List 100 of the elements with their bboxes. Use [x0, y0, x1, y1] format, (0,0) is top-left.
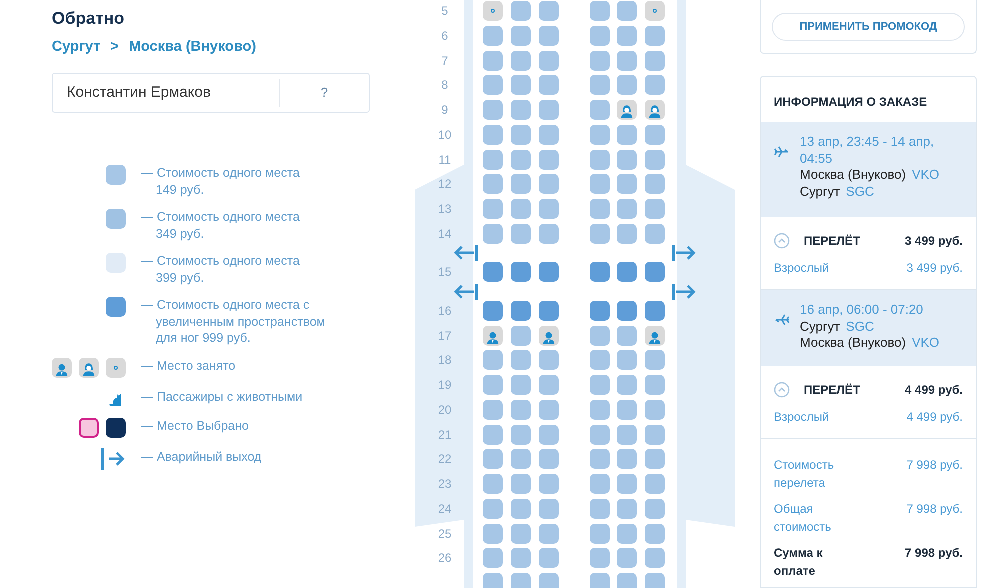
seat[interactable] — [616, 199, 636, 219]
seat[interactable] — [616, 50, 636, 70]
passenger-name-field[interactable]: Константин Ермаков — [53, 82, 279, 104]
seat[interactable] — [590, 150, 610, 170]
seat[interactable] — [483, 26, 503, 46]
extra-legroom-seat[interactable] — [483, 300, 503, 321]
seat[interactable] — [510, 573, 530, 588]
seat[interactable] — [510, 75, 530, 96]
seat[interactable] — [510, 1, 530, 21]
seat[interactable] — [644, 50, 664, 70]
seat[interactable] — [483, 174, 503, 194]
seat[interactable] — [644, 350, 664, 370]
seat[interactable] — [538, 424, 558, 444]
seat[interactable] — [590, 174, 610, 194]
seat[interactable] — [590, 75, 610, 96]
collapse-icon[interactable] — [774, 233, 790, 250]
extra-legroom-seat[interactable] — [644, 300, 664, 321]
seat[interactable] — [510, 449, 530, 470]
seat[interactable] — [590, 326, 610, 346]
seat[interactable] — [510, 400, 530, 420]
seat[interactable] — [483, 50, 503, 70]
seat[interactable] — [644, 26, 664, 46]
seat[interactable] — [644, 174, 664, 194]
seat[interactable] — [616, 449, 636, 470]
seat[interactable] — [483, 375, 503, 395]
seat[interactable] — [644, 124, 664, 145]
extra-legroom-seat[interactable] — [510, 300, 530, 321]
seat[interactable] — [538, 524, 558, 544]
seat[interactable] — [590, 1, 610, 21]
seat[interactable] — [590, 474, 610, 494]
seat[interactable] — [590, 224, 610, 244]
seat[interactable] — [590, 424, 610, 444]
apply-promo-button[interactable]: ПРИМЕНИТЬ ПРОМОКОД — [772, 13, 965, 41]
seat[interactable] — [590, 524, 610, 544]
seat[interactable] — [590, 498, 610, 519]
seat[interactable] — [483, 199, 503, 219]
seat[interactable] — [538, 50, 558, 70]
seat[interactable] — [590, 375, 610, 395]
seat[interactable] — [483, 573, 503, 588]
collapse-icon[interactable] — [774, 382, 790, 398]
seat[interactable] — [538, 26, 558, 46]
seat[interactable] — [510, 474, 530, 494]
seat[interactable] — [644, 150, 664, 170]
seat[interactable] — [483, 548, 503, 568]
seat[interactable] — [483, 350, 503, 370]
seat[interactable] — [644, 449, 664, 470]
extra-legroom-seat[interactable] — [590, 262, 610, 282]
seat[interactable] — [616, 75, 636, 96]
seat[interactable] — [538, 400, 558, 420]
seat[interactable] — [510, 326, 530, 346]
seat[interactable] — [616, 400, 636, 420]
seat[interactable] — [538, 474, 558, 494]
extra-legroom-seat[interactable] — [538, 262, 558, 282]
seat[interactable] — [616, 524, 636, 544]
seat[interactable] — [590, 50, 610, 70]
seat[interactable] — [644, 573, 664, 588]
seat[interactable] — [590, 350, 610, 370]
seat[interactable] — [538, 350, 558, 370]
seat[interactable] — [483, 474, 503, 494]
seat[interactable] — [644, 375, 664, 395]
seat[interactable] — [616, 326, 636, 346]
seat[interactable] — [644, 498, 664, 519]
seat[interactable] — [510, 375, 530, 395]
seat[interactable] — [538, 150, 558, 170]
extra-legroom-seat[interactable] — [483, 262, 503, 282]
seat[interactable] — [483, 100, 503, 120]
extra-legroom-seat[interactable] — [616, 300, 636, 321]
seat[interactable] — [483, 224, 503, 244]
seat[interactable] — [510, 199, 530, 219]
seat[interactable] — [510, 524, 530, 544]
seat[interactable] — [538, 124, 558, 145]
seat[interactable] — [538, 224, 558, 244]
seat[interactable] — [483, 424, 503, 444]
seat[interactable] — [616, 498, 636, 519]
seat[interactable] — [483, 150, 503, 170]
seat[interactable] — [538, 573, 558, 588]
seat[interactable] — [538, 548, 558, 568]
seat[interactable] — [616, 573, 636, 588]
seat[interactable] — [483, 498, 503, 519]
seat[interactable] — [644, 75, 664, 96]
seat[interactable] — [538, 199, 558, 219]
seat[interactable] — [644, 524, 664, 544]
seat[interactable] — [644, 199, 664, 219]
seat[interactable] — [590, 199, 610, 219]
seat[interactable] — [510, 548, 530, 568]
help-button[interactable]: ? — [280, 83, 369, 103]
seat[interactable] — [510, 150, 530, 170]
seat[interactable] — [590, 400, 610, 420]
seat[interactable] — [590, 449, 610, 470]
seat[interactable] — [483, 449, 503, 470]
seat[interactable] — [510, 498, 530, 519]
seat[interactable] — [510, 174, 530, 194]
seat[interactable] — [644, 400, 664, 420]
seat[interactable] — [538, 174, 558, 194]
seat[interactable] — [483, 524, 503, 544]
seat[interactable] — [616, 474, 636, 494]
seat[interactable] — [644, 474, 664, 494]
seat[interactable] — [616, 224, 636, 244]
seat[interactable] — [644, 548, 664, 568]
seat[interactable] — [616, 150, 636, 170]
